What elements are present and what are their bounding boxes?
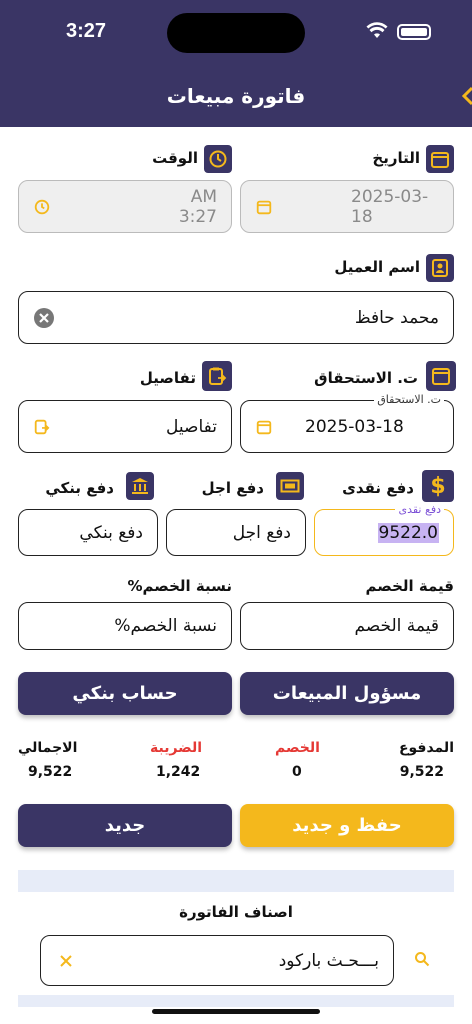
invoice-items-title: اصناف الفاتورة bbox=[179, 903, 293, 921]
tax-label: الضريبة bbox=[150, 740, 203, 756]
discount-value-label: قيمة الخصم bbox=[365, 577, 454, 595]
cash-payment-label: دفع نقدى bbox=[342, 479, 414, 497]
deferred-payment-label: دفع اجل bbox=[201, 479, 264, 497]
total-value: 9,522 bbox=[28, 764, 73, 780]
clipboard-small-icon bbox=[33, 418, 51, 436]
page-title: فاتورة مبيعات bbox=[166, 84, 306, 108]
due-calendar-icon bbox=[426, 361, 456, 391]
customer-label: اسم العميل bbox=[334, 258, 420, 276]
date-value: 2025-03-18 bbox=[351, 186, 429, 227]
time-field[interactable]: AM 3:27 bbox=[18, 180, 232, 233]
customer-value: محمد حافظ bbox=[354, 307, 439, 328]
time-label: الوقت bbox=[152, 149, 198, 167]
battery-icon bbox=[397, 24, 431, 40]
date-field[interactable]: 2025-03-18 bbox=[240, 180, 454, 233]
close-icon[interactable] bbox=[59, 954, 73, 968]
cash-payment-field[interactable]: 9522.0 bbox=[314, 509, 454, 556]
cash-floating-label: دفع نقدى bbox=[395, 503, 444, 516]
dynamic-island bbox=[167, 13, 305, 53]
paid-label: المدفوع bbox=[398, 740, 454, 756]
tax-value: 1,242 bbox=[156, 764, 201, 780]
time-value: AM 3:27 bbox=[178, 186, 217, 227]
bank-icon bbox=[126, 472, 154, 500]
home-indicator bbox=[152, 1009, 320, 1014]
discount-value-placeholder: قيمة الخصم bbox=[354, 616, 439, 636]
deferred-payment-placeholder: دفع اجل bbox=[232, 522, 291, 543]
total-label: الاجمالي bbox=[18, 740, 78, 756]
clock-icon bbox=[204, 145, 232, 173]
barcode-search-field[interactable]: بـــحـث باركود bbox=[40, 935, 394, 986]
cash-bill-icon bbox=[276, 472, 304, 500]
clock-small-icon bbox=[33, 198, 51, 216]
save-and-new-button[interactable]: حفظ و جديد bbox=[240, 804, 454, 847]
new-button[interactable]: جديد bbox=[18, 804, 232, 847]
details-field[interactable]: تفاصيل bbox=[18, 400, 232, 453]
due-date-value: 2025-03-18 bbox=[305, 416, 404, 437]
customer-badge-icon bbox=[426, 254, 454, 282]
section-band-bottom bbox=[18, 995, 454, 1007]
due-date-floating-label: ت. الاستحقاق bbox=[374, 393, 444, 406]
discount-percent-field[interactable]: نسبة الخصم% bbox=[18, 602, 232, 650]
discount-summary-label: الخصم bbox=[275, 740, 320, 756]
details-label: تفاصيل bbox=[139, 369, 196, 387]
bank-payment-field[interactable]: دفع بنكي bbox=[18, 509, 158, 556]
wifi-icon bbox=[366, 22, 388, 38]
bank-payment-placeholder: دفع بنكي bbox=[79, 522, 143, 543]
customer-field[interactable]: محمد حافظ bbox=[18, 291, 454, 344]
date-label: التاريخ bbox=[372, 149, 420, 167]
details-placeholder: تفاصيل bbox=[166, 416, 217, 437]
clipboard-icon bbox=[202, 361, 232, 391]
back-chevron-icon[interactable] bbox=[460, 86, 472, 106]
sales-rep-button[interactable]: مسؤول المبيعات bbox=[240, 672, 454, 715]
section-band bbox=[18, 870, 454, 892]
calendar-small-icon bbox=[255, 418, 273, 436]
calendar-small-icon bbox=[255, 198, 273, 216]
cash-payment-value: 9522.0 bbox=[377, 522, 439, 543]
due-date-label: ت. الاستحقاق bbox=[314, 369, 418, 387]
bank-payment-label: دفع بنكي bbox=[45, 479, 114, 497]
calendar-icon bbox=[426, 145, 454, 173]
dollar-icon: $ bbox=[422, 470, 454, 502]
clear-circle-icon[interactable] bbox=[33, 307, 55, 329]
barcode-search-value: بـــحـث باركود bbox=[278, 950, 379, 971]
discount-summary-value: 0 bbox=[292, 764, 302, 780]
discount-value-field[interactable]: قيمة الخصم bbox=[240, 602, 454, 650]
search-icon[interactable] bbox=[414, 951, 430, 967]
due-date-field[interactable]: 2025-03-18 bbox=[240, 400, 454, 453]
discount-percent-label: نسبة الخصم% bbox=[127, 577, 233, 595]
paid-value: 9,522 bbox=[399, 764, 444, 780]
status-time: 3:27 bbox=[66, 20, 107, 42]
deferred-payment-field[interactable]: دفع اجل bbox=[166, 509, 306, 556]
discount-percent-placeholder: نسبة الخصم% bbox=[114, 616, 217, 636]
bank-account-button[interactable]: حساب بنكي bbox=[18, 672, 232, 715]
